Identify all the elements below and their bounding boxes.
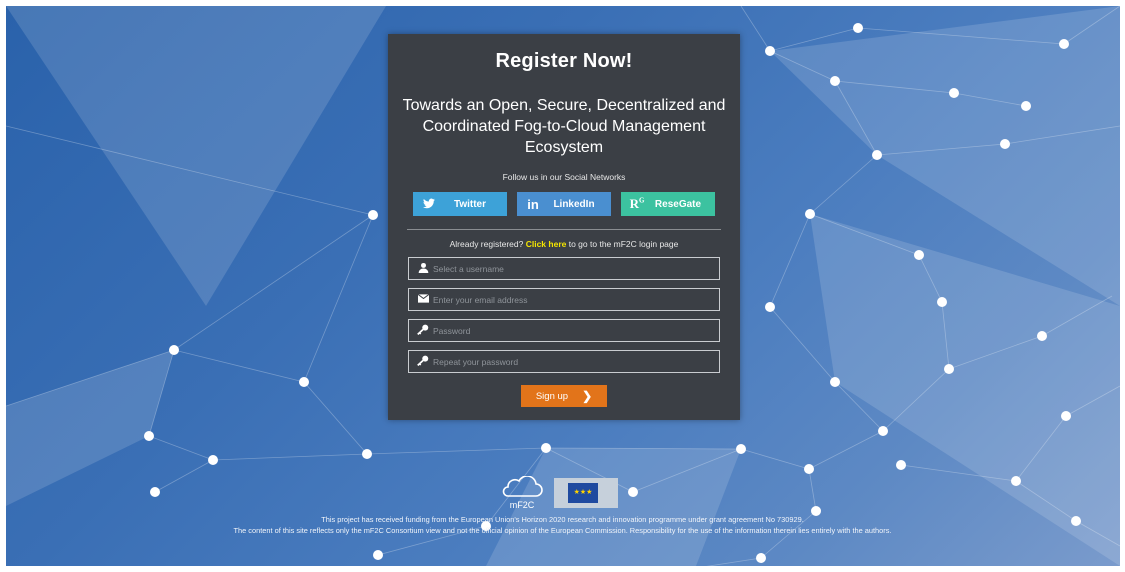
user-icon bbox=[415, 262, 431, 276]
divider bbox=[407, 229, 721, 230]
login-hint: Already registered? Click here to go to … bbox=[388, 239, 740, 249]
researchgate-button[interactable]: RG ReseGate bbox=[621, 192, 715, 216]
repeat-password-field bbox=[408, 350, 720, 373]
repeat-password-input[interactable] bbox=[431, 355, 719, 368]
mf2c-logo-text: mF2C bbox=[509, 500, 535, 510]
twitter-button[interactable]: Twitter bbox=[413, 192, 507, 216]
linkedin-icon: in bbox=[527, 196, 539, 212]
signup-button[interactable]: Sign up ❯ bbox=[521, 385, 607, 407]
eu-flag-icon: ★★★ bbox=[568, 483, 598, 503]
social-buttons: Twitter in LinkedIn RG ReseGate bbox=[413, 192, 715, 216]
footer-disclaimer-line: The content of this site reflects only t… bbox=[233, 526, 892, 535]
login-hint-suffix: to go to the mF2C login page bbox=[568, 239, 679, 249]
signup-label: Sign up bbox=[535, 390, 569, 402]
page-title: Register Now! bbox=[495, 50, 633, 72]
linkedin-button[interactable]: in LinkedIn bbox=[517, 192, 611, 216]
twitter-label: Twitter bbox=[453, 198, 487, 210]
twitter-icon bbox=[419, 197, 439, 212]
social-heading: Follow us in our Social Networks bbox=[502, 172, 626, 182]
cloud-icon bbox=[502, 475, 543, 497]
researchgate-label: ReseGate bbox=[654, 198, 702, 210]
login-hint-prefix: Already registered? bbox=[449, 239, 524, 249]
mf2c-logo: mF2C bbox=[500, 475, 544, 510]
linkedin-label: LinkedIn bbox=[553, 198, 595, 210]
project-tagline: Towards an Open, Secure, Decentralized a… bbox=[402, 97, 726, 156]
chevron-right-icon: ❯ bbox=[582, 389, 593, 403]
login-link[interactable]: Click here bbox=[526, 239, 567, 249]
key-icon bbox=[415, 355, 431, 369]
email-field bbox=[408, 288, 720, 311]
partner-logos: mF2C ★★★ bbox=[500, 475, 618, 510]
password-field bbox=[408, 319, 720, 342]
footer-funding-line: This project has received funding from t… bbox=[321, 515, 804, 524]
password-input[interactable] bbox=[431, 324, 719, 337]
researchgate-icon: RG bbox=[629, 196, 645, 211]
register-card: Register Now! Towards an Open, Secure, D… bbox=[388, 34, 740, 420]
envelope-icon bbox=[415, 293, 431, 306]
funding-footer: This project has received funding from t… bbox=[0, 514, 1125, 536]
eu-logo: ★★★ bbox=[554, 478, 618, 508]
email-input[interactable] bbox=[431, 293, 719, 306]
username-input[interactable] bbox=[431, 262, 719, 275]
username-field bbox=[408, 257, 720, 280]
key-icon bbox=[415, 324, 431, 338]
